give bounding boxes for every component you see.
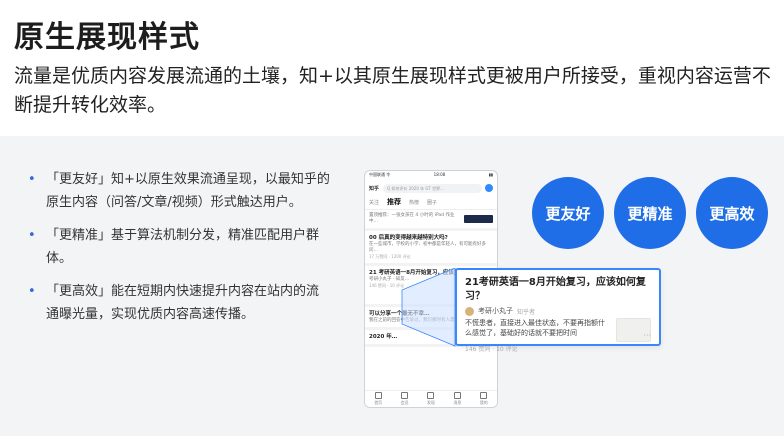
badge-friendly: 更友好 (532, 177, 604, 249)
bullet-text: 「更高效」能在短期内快速提升内容在站内的流通曝光量，实现优质内容高速传播。 (46, 284, 320, 322)
user-icon (480, 392, 488, 399)
callout-question: 21考研英语一8月开始复习，应该如何复习？ (465, 277, 646, 302)
nav-messages[interactable]: 消息 (453, 392, 461, 406)
phone-search-bar: 知乎 Q 如何评价 2020 年 GT 世界... (365, 181, 497, 195)
nav-profile[interactable]: 我的 (480, 392, 488, 406)
feed-meta: 17 万赞同 · 1200 评论 (369, 254, 411, 259)
phone-bottom-nav: 首页 会员 发现 消息 我的 (365, 390, 497, 407)
feed-ad-image (463, 215, 493, 223)
phone-status-bar: 中国联通 令 18:08 ▮▮ (365, 171, 497, 181)
page-title: 原生展现样式 (14, 20, 200, 55)
callout-author: 考研小丸子 (478, 307, 513, 315)
bell-icon (453, 392, 461, 399)
zhihu-logo: 知乎 (369, 185, 380, 192)
feed-ad-text: 置顶推荐：一张女孩在 4 小时的 iPad 作业中… (369, 213, 455, 224)
nav-discover[interactable]: 发现 (427, 392, 435, 406)
avatar (465, 306, 474, 316)
nav-label: 发现 (426, 400, 435, 405)
bullet-text: 「更精准」基于算法机制分发，精准匹配用户群体。 (46, 228, 320, 266)
search-input[interactable]: Q 如何评价 2020 年 GT 世界... (383, 183, 482, 193)
bullet-text: 「更友好」知+以原生效果流通呈现，以最知乎的原生内容（问答/文章/视频）形式触达… (46, 172, 330, 210)
page-subtitle: 流量是优质内容发展流通的土壤，知+以其原生展现样式更被用户所接受，重视内容运营不… (14, 65, 771, 116)
tab-follow[interactable]: 关注 (369, 199, 379, 206)
feed-ad-card[interactable]: 置顶推荐：一张女孩在 4 小时的 iPad 作业中… (365, 210, 497, 231)
more-icon: ··· (643, 331, 651, 340)
bullet-item-friendly: • 「更友好」知+以原生效果流通呈现，以最知乎的原生内容（问答/文章/视频）形式触… (26, 168, 331, 214)
callout-answer-text: 不慌患者，直接进入最佳状态，不要再指额什么感觉了，基础好的话就不要把时间 (465, 319, 605, 337)
tab-circle[interactable]: 圈子 (427, 199, 437, 206)
bullet-item-precise: • 「更精准」基于算法机制分发，精准匹配用户群体。 (26, 224, 331, 270)
nav-home[interactable]: 首页 (374, 392, 382, 406)
compass-icon (427, 392, 435, 399)
nav-label: 我的 (479, 400, 488, 405)
callout-author-tag: 知乎者 (517, 308, 536, 316)
bullet-list: • 「更友好」知+以原生效果流通呈现，以最知乎的原生内容（问答/文章/视频）形式触… (26, 168, 331, 336)
nav-label: 首页 (374, 400, 383, 405)
home-icon (374, 392, 382, 399)
status-carrier: 中国联通 令 (369, 172, 391, 177)
battery-icon: ▮▮ (488, 172, 493, 177)
bullet-dot-icon: • (28, 284, 36, 299)
add-question-icon[interactable] (485, 184, 493, 192)
highlighted-card-callout: 21考研英语一8月开始复习，应该如何复习？ 考研小丸子 知乎者 不慌患者，直接进… (455, 268, 661, 353)
tab-hot[interactable]: 热榜 (409, 199, 419, 206)
callout-meta: 146 赞同 · 10 评论 (465, 346, 518, 353)
feed-question: 00 后真的变得越来越特别大吗? (369, 235, 448, 241)
feed-answer: 在一些城市，学校的小学、初中都是年轻人，有可能有好多问… (369, 242, 486, 253)
feed-card[interactable]: 00 后真的变得越来越特别大吗? 在一些城市，学校的小学、初中都是年轻人，有可能… (365, 231, 497, 266)
callout-body: 不慌患者，直接进入最佳状态，不要再指额什么感觉了，基础好的话就不要把时间 (465, 318, 651, 342)
nav-label: 消息 (453, 400, 462, 405)
nav-vip[interactable]: 会员 (401, 392, 409, 406)
status-time: 18:08 (433, 172, 446, 177)
tab-recommend[interactable]: 推荐 (387, 197, 401, 207)
nav-label: 会员 (400, 400, 409, 405)
callout-author-row: 考研小丸子 知乎者 (465, 306, 651, 316)
badge-precise: 更精准 (614, 177, 686, 249)
vip-icon (401, 392, 409, 399)
badge-efficient: 更高效 (696, 177, 768, 249)
phone-tabs: 关注 推荐 热榜 圈子 (365, 195, 497, 210)
bullet-dot-icon: • (28, 172, 36, 187)
bullet-dot-icon: • (28, 228, 36, 243)
bullet-item-efficient: • 「更高效」能在短期内快速提升内容在站内的流通曝光量，实现优质内容高速传播。 (26, 280, 331, 326)
